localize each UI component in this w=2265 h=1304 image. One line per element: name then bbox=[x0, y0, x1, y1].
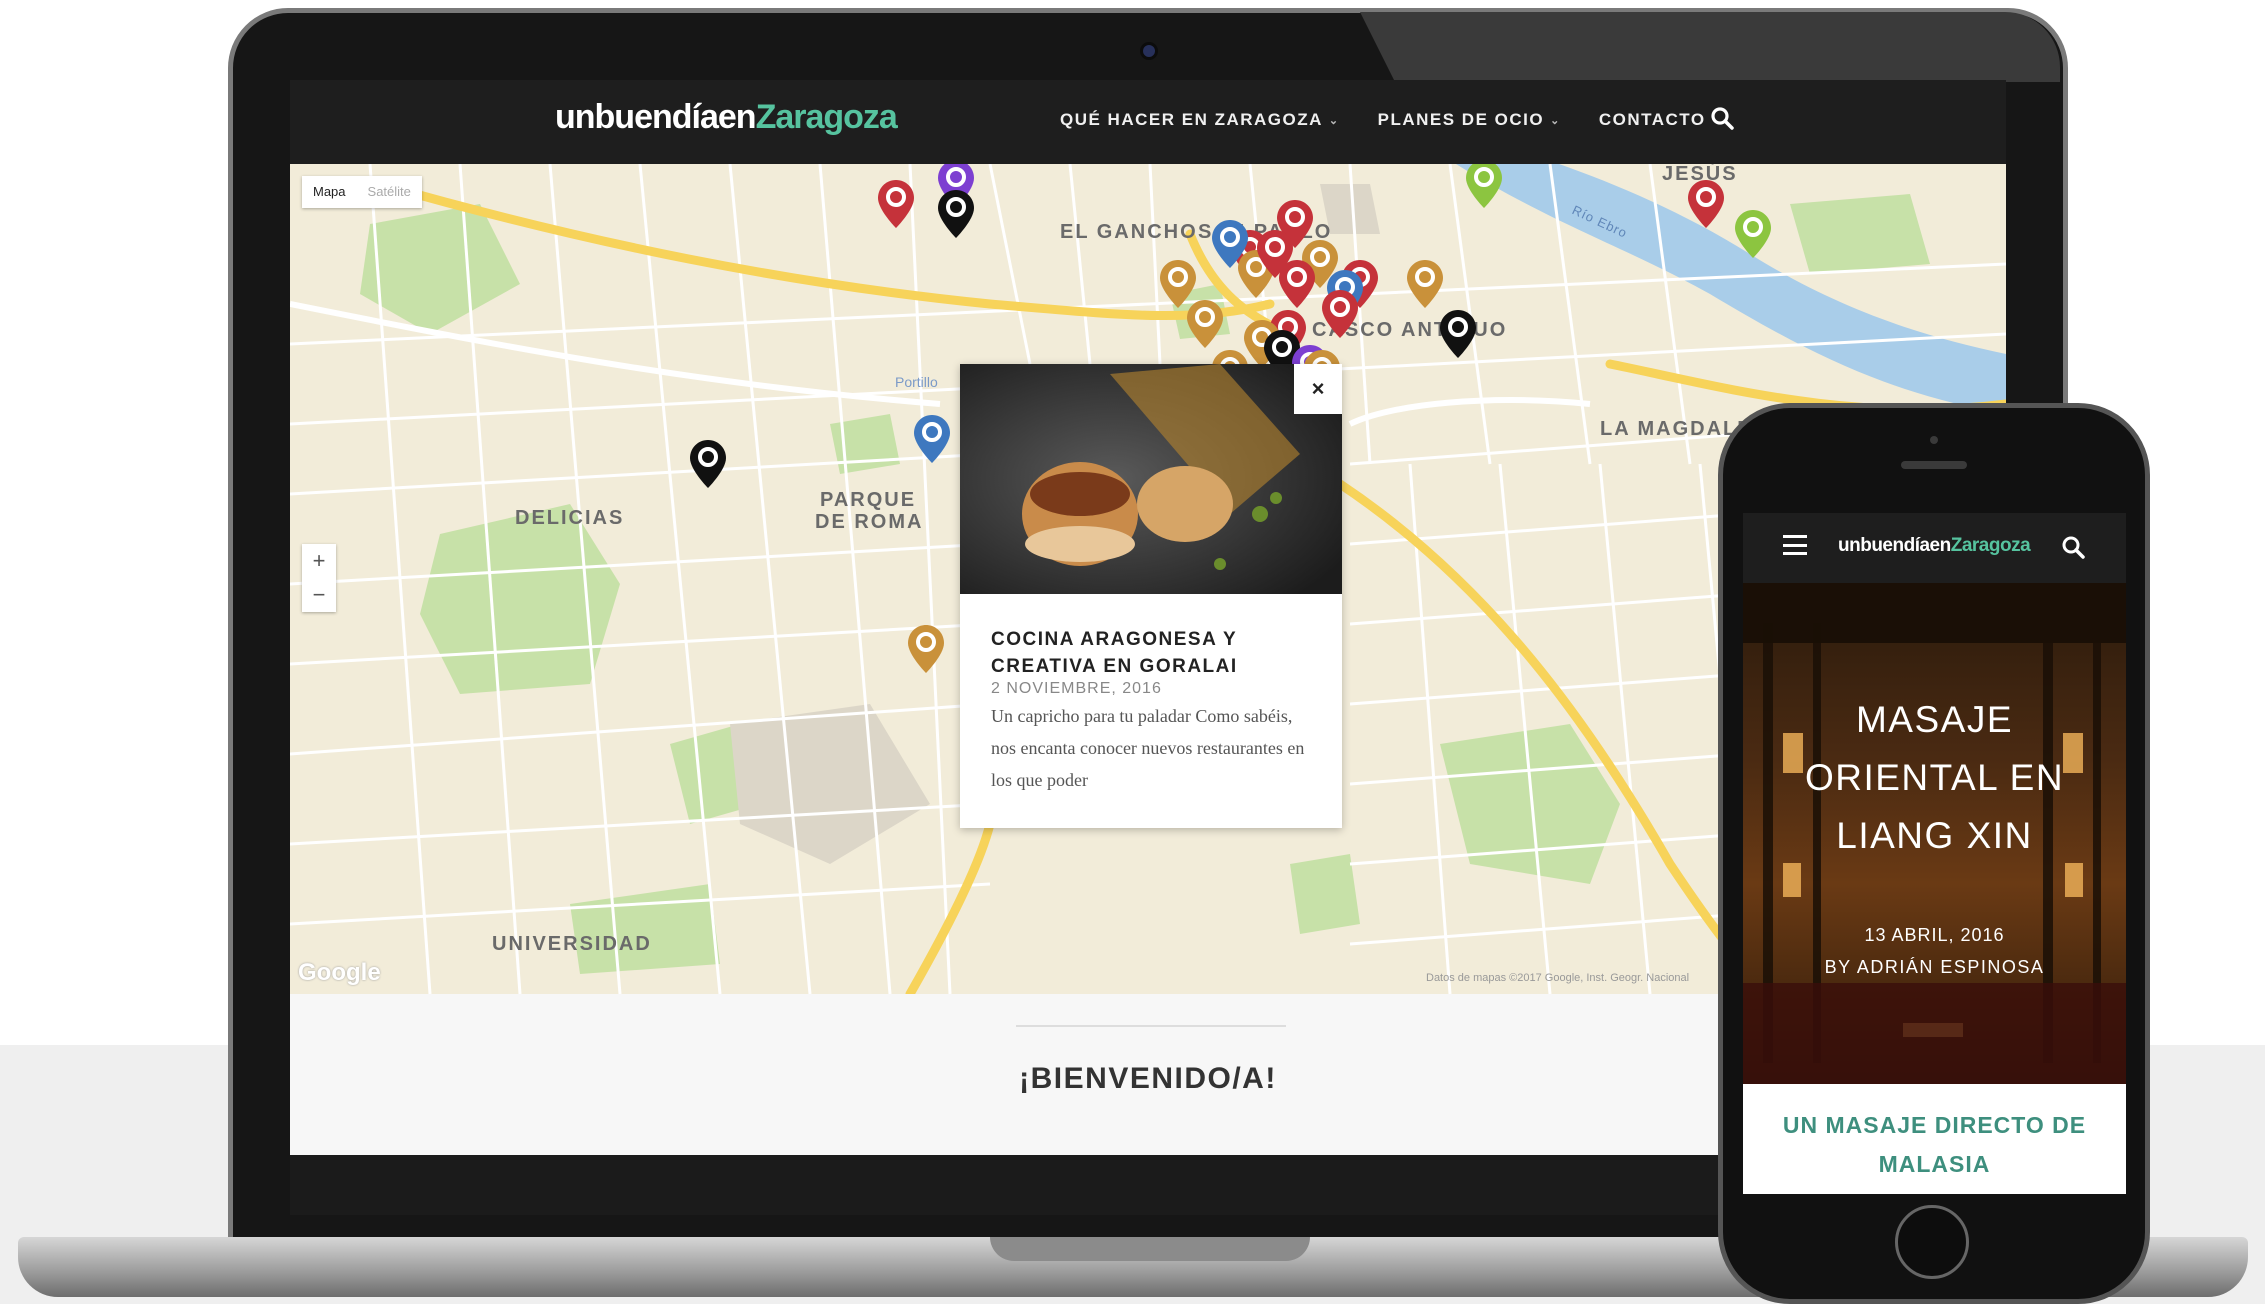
map-marker-blue-icon[interactable] bbox=[914, 415, 950, 463]
popup-title[interactable]: COCINA ARAGONESA Y CREATIVA EN GORALAI bbox=[991, 626, 1311, 680]
site-logo[interactable]: unbuendíaenZaragoza bbox=[555, 98, 898, 137]
zoom-out-button[interactable]: − bbox=[302, 578, 336, 612]
logo-text-accent: Zaragoza bbox=[755, 98, 898, 136]
search-icon[interactable] bbox=[2061, 535, 2087, 561]
laptop-notch bbox=[990, 1237, 1310, 1261]
laptop-reflection bbox=[1360, 12, 2060, 82]
map-marker-green-icon[interactable] bbox=[1466, 164, 1502, 208]
device-mockup-stage: unbuendíaenZaragoza QUÉ HACER EN ZARAGOZ… bbox=[0, 0, 2265, 1304]
popup-date: 2 NOVIEMBRE, 2016 bbox=[991, 680, 1162, 697]
map-label-delicias: DELICIAS bbox=[515, 507, 625, 529]
search-icon[interactable] bbox=[1710, 106, 1736, 132]
phone-screen: unbuendíaenZaragoza MASAJE ORIENTAL EN L… bbox=[1743, 513, 2126, 1194]
popup-food-image[interactable] bbox=[960, 364, 1342, 594]
chevron-down-icon: ⌄ bbox=[1328, 114, 1340, 127]
phone-speaker bbox=[1901, 461, 1967, 469]
nav-item-label: QUÉ HACER EN ZARAGOZA bbox=[1060, 110, 1323, 129]
hero-date: 13 ABRIL, 2016 bbox=[1864, 925, 2005, 945]
mobile-subheading: UN MASAJE DIRECTO DE MALASIA bbox=[1782, 1112, 2087, 1177]
map-label-parque: PARQUE bbox=[820, 489, 917, 511]
map-marker-green-icon[interactable] bbox=[1735, 210, 1771, 258]
popup-excerpt: Un capricho para tu paladar Como sabéis,… bbox=[991, 706, 1305, 790]
hero-title[interactable]: MASAJE ORIENTAL EN LIANG XIN bbox=[1783, 691, 2086, 865]
chevron-down-icon: ⌄ bbox=[1550, 114, 1561, 127]
map-info-popup: × COCINA ARAGONESA Y CREATIVA EN GORALAI… bbox=[960, 364, 1342, 828]
nav-item-label: PLANES DE OCIO bbox=[1377, 110, 1545, 129]
map-marker-black-icon[interactable] bbox=[690, 440, 726, 488]
zoom-control: + − bbox=[302, 544, 336, 612]
map-label-el-gancho: EL GANCHO bbox=[1060, 221, 1198, 243]
map-marker-red-icon[interactable] bbox=[878, 180, 914, 228]
logo-text-main: unbuendíaen bbox=[1838, 535, 1951, 556]
logo-text-accent: Zaragoza bbox=[1950, 535, 2031, 556]
map-type-mapa[interactable]: Mapa bbox=[302, 176, 357, 208]
map-marker-gold-icon[interactable] bbox=[1187, 300, 1223, 348]
close-icon[interactable]: × bbox=[1294, 364, 1342, 414]
hero-author[interactable]: BY ADRIÁN ESPINOSA bbox=[1743, 957, 2126, 978]
map-marker-red-icon[interactable] bbox=[1279, 260, 1315, 308]
map-marker-gold-icon[interactable] bbox=[1407, 260, 1443, 308]
zoom-in-button[interactable]: + bbox=[302, 544, 336, 578]
map-attribution[interactable]: Datos de mapas ©2017 Google, Inst. Geogr… bbox=[1426, 972, 1689, 984]
map-label-universidad: UNIVERSIDAD bbox=[492, 933, 652, 955]
nav-item-contacto[interactable]: CONTACTO bbox=[1599, 110, 1706, 130]
map-marker-black-icon[interactable] bbox=[938, 190, 974, 238]
mobile-header: unbuendíaenZaragoza bbox=[1743, 513, 2126, 583]
nav-item-label: CONTACTO bbox=[1598, 110, 1706, 129]
logo-text-main: unbuendíaen bbox=[555, 98, 757, 136]
welcome-divider bbox=[1016, 1025, 1286, 1027]
webcam-icon bbox=[1140, 42, 1158, 60]
mobile-site-logo[interactable]: unbuendíaenZaragoza bbox=[1838, 535, 2031, 557]
map-marker-gold-icon[interactable] bbox=[908, 625, 944, 673]
map-marker-red-icon[interactable] bbox=[1688, 180, 1724, 228]
main-nav: QUÉ HACER EN ZARAGOZA ⌄ PLANES DE OCIO ⌄… bbox=[1060, 110, 1706, 130]
map-label-de-roma: DE ROMA bbox=[815, 511, 924, 533]
map-type-control: Mapa Satélite bbox=[302, 176, 422, 208]
phone-camera-icon bbox=[1930, 436, 1938, 444]
nav-item-planes-ocio[interactable]: PLANES DE OCIO ⌄ bbox=[1378, 110, 1561, 130]
site-header: unbuendíaenZaragoza QUÉ HACER EN ZARAGOZ… bbox=[290, 80, 2006, 164]
phone-home-button bbox=[1895, 1205, 1969, 1279]
map-marker-black-icon[interactable] bbox=[1440, 310, 1476, 358]
mobile-hero[interactable]: MASAJE ORIENTAL EN LIANG XIN 13 ABRIL, 2… bbox=[1743, 583, 2126, 1084]
nav-item-que-hacer[interactable]: QUÉ HACER EN ZARAGOZA ⌄ bbox=[1060, 110, 1340, 130]
google-logo: Google bbox=[298, 959, 381, 986]
map-marker-red-icon[interactable] bbox=[1322, 290, 1358, 338]
map-type-satelite[interactable]: Satélite bbox=[357, 176, 422, 208]
map-label-portillo: Portillo bbox=[895, 374, 938, 390]
hamburger-menu-icon[interactable] bbox=[1783, 535, 1807, 555]
